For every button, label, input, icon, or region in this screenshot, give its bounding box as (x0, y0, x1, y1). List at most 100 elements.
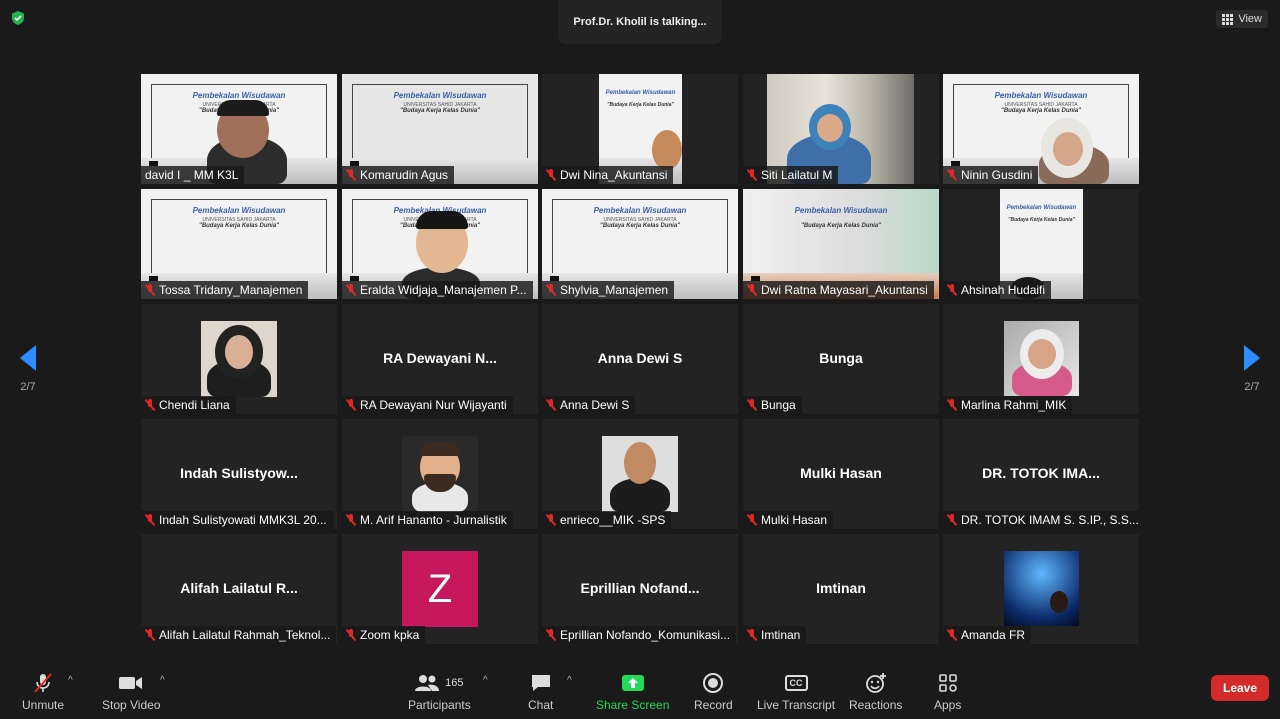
muted-mic-icon (747, 399, 757, 411)
participant-tile[interactable]: Pembekalan Wisudawan "Budaya Kerja Kelas … (943, 189, 1139, 299)
participant-tile[interactable]: Eprillian Nofand... Eprillian Nofando_Ko… (542, 534, 738, 644)
muted-microphone-icon (34, 673, 52, 693)
stop-video-button[interactable]: Stop Video (102, 671, 161, 712)
participant-tile[interactable]: Imtinan Imtinan (743, 534, 939, 644)
chat-options-caret[interactable]: ^ (567, 675, 572, 686)
muted-mic-icon (346, 169, 356, 181)
participant-tile[interactable]: Mulki Hasan Mulki Hasan (743, 419, 939, 529)
participant-name-label: enrieco__MIK -SPS (542, 511, 672, 529)
participant-tile[interactable]: Pembekalan WisudawanUNIVERSITAS SAHID JA… (542, 189, 738, 299)
arrow-left-icon (20, 345, 36, 371)
audio-options-caret[interactable]: ^ (68, 675, 73, 686)
participant-tile[interactable]: Pembekalan WisudawanUNIVERSITAS SAHID JA… (342, 74, 538, 184)
participant-tile[interactable]: enrieco__MIK -SPS (542, 419, 738, 529)
muted-mic-icon (947, 169, 957, 181)
participant-tile[interactable]: Chendi Liana (141, 304, 337, 414)
view-label: View (1238, 13, 1262, 25)
participant-tile[interactable]: Bunga Bunga (743, 304, 939, 414)
participant-display-name: RA Dewayani N... (383, 350, 497, 366)
participant-display-name: Mulki Hasan (800, 465, 882, 481)
active-speaker-banner: Prof.Dr. Kholil is talking... (559, 0, 721, 44)
muted-mic-icon (546, 629, 556, 641)
chat-button[interactable]: Chat (528, 671, 553, 712)
record-button[interactable]: Record (694, 671, 733, 712)
previous-page-button[interactable]: 2/7 (8, 345, 48, 393)
unmute-button[interactable]: Unmute (22, 671, 64, 712)
muted-mic-icon (747, 629, 757, 641)
muted-mic-icon (546, 284, 556, 296)
muted-mic-icon (546, 169, 556, 181)
participant-name-label: david I _ MM K3L (141, 166, 245, 184)
participant-tile[interactable]: RA Dewayani N... RA Dewayani Nur Wijayan… (342, 304, 538, 414)
muted-mic-icon (947, 629, 957, 641)
video-options-caret[interactable]: ^ (160, 675, 165, 686)
participants-options-caret[interactable]: ^ (483, 675, 488, 686)
participant-tile[interactable]: Pembekalan Wisudawan "Budaya Kerja Kelas … (743, 189, 939, 299)
participant-tile[interactable]: Pembekalan Wisudawan "Budaya Kerja Kelas … (542, 74, 738, 184)
muted-mic-icon (947, 399, 957, 411)
participant-name-label: DR. TOTOK IMAM S. S.IP., S.S... (943, 511, 1139, 529)
participant-display-name: Bunga (819, 350, 863, 366)
leave-button[interactable]: Leave (1211, 675, 1269, 701)
participant-display-name: Alifah Lailatul R... (180, 580, 298, 596)
participant-tile[interactable]: Amanda FR (943, 534, 1139, 644)
participant-name-label: Ninin Gusdini (943, 166, 1039, 184)
participant-tile[interactable]: Indah Sulistyow... Indah Sulistyowati MM… (141, 419, 337, 529)
participant-tile[interactable]: DR. TOTOK IMA... DR. TOTOK IMAM S. S.IP.… (943, 419, 1139, 529)
muted-mic-icon (346, 514, 356, 526)
participant-name-label: Alifah Lailatul Rahmah_Teknol... (141, 626, 337, 644)
participant-initial-avatar: Z (402, 551, 478, 627)
participant-tile[interactable]: Pembekalan WisudawanUNIVERSITAS SAHID JA… (342, 189, 538, 299)
live-transcript-button[interactable]: CC Live Transcript (757, 671, 835, 712)
arrow-right-icon (1244, 345, 1260, 371)
muted-mic-icon (747, 514, 757, 526)
muted-mic-icon (546, 399, 556, 411)
apps-button[interactable]: Apps (934, 671, 961, 712)
record-icon (703, 673, 724, 693)
muted-mic-icon (947, 514, 957, 526)
view-button[interactable]: View (1216, 10, 1268, 28)
participant-tile[interactable]: M. Arif Hananto - Jurnalistik (342, 419, 538, 529)
participant-name-label: Komarudin Agus (342, 166, 455, 184)
closed-captions-icon: CC (784, 675, 808, 691)
next-page-button[interactable]: 2/7 (1232, 345, 1272, 393)
participant-tile[interactable]: Pembekalan WisudawanUNIVERSITAS SAHID JA… (141, 74, 337, 184)
participant-display-name: Imtinan (816, 580, 866, 596)
participant-name-label: Tossa Tridany_Manajemen (141, 281, 309, 299)
participant-tile[interactable]: Siti Lailatul M (743, 74, 939, 184)
muted-mic-icon (145, 284, 155, 296)
security-shield-icon[interactable] (10, 10, 26, 26)
participant-display-name: Eprillian Nofand... (580, 580, 700, 596)
muted-mic-icon (747, 169, 757, 181)
muted-mic-icon (346, 629, 356, 641)
page-indicator-right: 2/7 (1244, 381, 1260, 393)
muted-mic-icon (145, 629, 155, 641)
muted-mic-icon (546, 514, 556, 526)
participant-name-label: Mulki Hasan (743, 511, 834, 529)
muted-mic-icon (145, 514, 155, 526)
participant-avatar (402, 436, 478, 512)
reactions-button[interactable]: Reactions (849, 671, 902, 712)
grid-view-icon (1222, 13, 1234, 25)
participant-display-name: Indah Sulistyow... (180, 465, 298, 481)
muted-mic-icon (346, 284, 356, 296)
participant-tile[interactable]: Anna Dewi S Anna Dewi S (542, 304, 738, 414)
participant-tile[interactable]: Z Zoom kpka (342, 534, 538, 644)
participant-avatar (1004, 551, 1079, 626)
participants-count: 165 (445, 677, 464, 689)
share-screen-button[interactable]: Share Screen (596, 671, 669, 712)
muted-mic-icon (346, 399, 356, 411)
participant-name-label: Imtinan (743, 626, 807, 644)
share-screen-icon (621, 675, 644, 691)
participant-name-label: Marlina Rahmi_MIK (943, 396, 1073, 414)
page-indicator-left: 2/7 (20, 381, 36, 393)
participants-button[interactable]: 165 Participants (408, 671, 471, 712)
muted-mic-icon (145, 399, 155, 411)
participant-tile[interactable]: Marlina Rahmi_MIK (943, 304, 1139, 414)
participant-tile[interactable]: Alifah Lailatul R... Alifah Lailatul Rah… (141, 534, 337, 644)
smiley-plus-icon (865, 673, 886, 693)
participant-name-label: Amanda FR (943, 626, 1032, 644)
participant-tile[interactable]: Pembekalan WisudawanUNIVERSITAS SAHID JA… (141, 189, 337, 299)
participant-name-label: RA Dewayani Nur Wijayanti (342, 396, 513, 414)
participant-tile[interactable]: Pembekalan WisudawanUNIVERSITAS SAHID JA… (943, 74, 1139, 184)
